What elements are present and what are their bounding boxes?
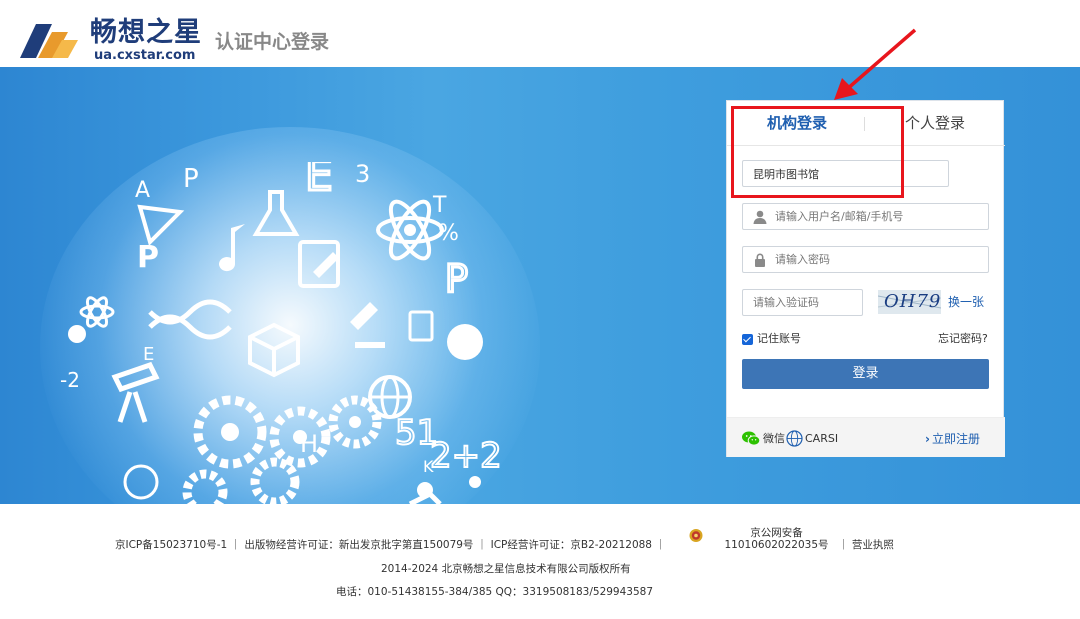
forgot-password-link[interactable]: 忘记密码? [938,331,988,347]
science-icons-illustration: P A P E 3 T % P -2 E 51 2+2 2 H % K [60,162,503,504]
lock-icon [755,253,765,267]
tab-org-login[interactable]: 机构登录 [767,113,827,133]
svg-text:A: A [135,178,150,203]
user-icon [753,210,767,224]
password-input[interactable] [775,247,984,272]
remember-label: 记住账号 [757,332,801,345]
public-security-record[interactable]: 京公网安备 11010602022035号 [724,527,829,551]
footer-licenses: 京ICP备15023710号-1 ｜ 出版物经营许可证：新出发京批字第直1500… [115,539,666,551]
password-field[interactable] [742,246,989,273]
tab-divider [864,117,865,131]
svg-text:2+2: 2+2 [430,436,502,476]
svg-text:%: % [438,221,459,246]
username-input[interactable] [775,204,984,229]
org-input[interactable] [753,161,944,186]
police-record-number: 11010602022035号 [724,539,829,551]
police-record-label: 京公网安备 [750,527,803,539]
svg-text:P: P [445,257,468,301]
register-label: 立即注册 [931,432,980,446]
remember-checkbox[interactable] [742,333,753,345]
refresh-captcha-link[interactable]: 换一张 [948,294,984,310]
top-header: 畅想之星 ua.cxstar.com 认证中心登录 [0,0,1080,67]
carsi-icon[interactable] [786,430,803,447]
org-field[interactable] [742,160,949,187]
brand-name: 畅想之星 [90,17,202,48]
remember-account[interactable]: 记住账号 [742,331,801,347]
wechat-icon[interactable] [742,431,760,446]
captcha-field[interactable] [742,289,863,316]
tab-personal-login[interactable]: 个人登录 [905,113,965,133]
wechat-label[interactable]: 微信 [763,431,785,447]
captcha-input[interactable] [753,290,858,315]
svg-text:H: H [300,430,318,458]
register-link[interactable]: › 立即注册 [925,430,980,448]
carsi-label[interactable]: CARSI [805,431,838,447]
police-badge-icon [689,529,703,542]
business-license-link[interactable]: ｜ 营业执照 [838,538,894,552]
svg-text:P: P [183,164,199,194]
chevron-right-icon: › [925,432,930,446]
svg-text:-2: -2 [60,368,80,392]
svg-text:E: E [143,344,154,365]
svg-text:3: 3 [355,162,370,188]
footer-copyright: 2014-2024 北京畅想之星信息技术有限公司版权所有 [381,563,631,575]
captcha-text: OH79 [884,291,941,312]
brand-logo-icon [20,24,78,58]
login-panel: 机构登录 个人登录 OH79 换一张 记住账号 忘记密码? 登录 [726,100,1005,457]
third-party-login-bar: 微信 CARSI › 立即注册 [727,417,1005,457]
svg-text:K: K [423,457,434,476]
svg-text:P: P [137,240,159,275]
svg-text:%: % [450,500,473,504]
svg-text:E: E [305,162,333,201]
login-button[interactable]: 登录 [742,359,989,389]
svg-text:T: T [432,193,447,218]
page-title: 认证中心登录 [215,31,330,53]
captcha-image[interactable]: OH79 [878,290,941,314]
username-field[interactable] [742,203,989,230]
brand-url: ua.cxstar.com [94,48,196,63]
login-tabs: 机构登录 个人登录 [727,101,1005,146]
footer-contact: 电话：010-51438155-384/385 QQ：3319508183/52… [336,586,654,598]
